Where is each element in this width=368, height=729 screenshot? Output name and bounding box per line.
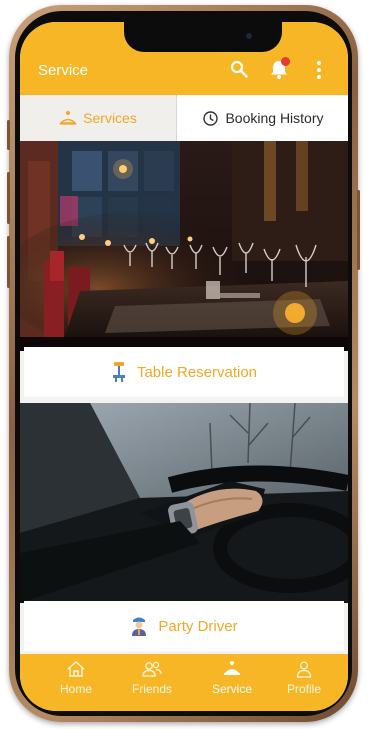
notification-bell-icon[interactable] <box>269 57 290 80</box>
app-screen: Service Services Booking History Table R… <box>20 22 348 711</box>
phone-side-button <box>357 190 360 270</box>
tab-booking-history[interactable]: Booking History <box>176 95 348 141</box>
service-icon <box>224 661 240 675</box>
nav-label: Profile <box>286 682 321 696</box>
more-options-icon[interactable] <box>316 61 322 81</box>
search-icon[interactable] <box>230 60 248 78</box>
card-label-party-driver[interactable]: Party Driver <box>24 601 344 651</box>
bottom-navigation: Home Friends Service Profile <box>20 654 348 711</box>
card-title: Party Driver <box>158 617 238 635</box>
page-title: Service <box>38 62 89 79</box>
profile-icon <box>296 661 312 678</box>
card-label-table-reservation[interactable]: Table Reservation <box>24 347 344 397</box>
nav-item-profile[interactable]: Profile <box>269 660 339 696</box>
hand-on-steering-wheel-photo <box>20 403 348 603</box>
restaurant-interior-photo <box>20 141 348 351</box>
phone-side-button <box>7 172 10 224</box>
nav-item-service[interactable]: Service <box>197 660 267 696</box>
tab-bar: Services Booking History <box>20 95 348 142</box>
tab-services[interactable]: Services <box>20 95 176 141</box>
services-icon <box>59 111 77 125</box>
notification-badge <box>281 57 290 66</box>
table-reservation-icon <box>112 362 125 382</box>
phone-notch <box>124 22 282 52</box>
nav-label: Friends <box>131 682 172 696</box>
phone-side-button <box>7 120 10 150</box>
nav-label: Home <box>59 682 92 696</box>
home-icon <box>67 661 85 677</box>
nav-label: Service <box>211 682 252 696</box>
tab-label: Booking History <box>225 110 324 126</box>
service-card-table-reservation[interactable]: Table Reservation <box>20 141 348 397</box>
nav-item-friends[interactable]: Friends <box>117 660 187 696</box>
service-card-party-driver[interactable]: Party Driver <box>20 403 348 651</box>
tab-label: Services <box>83 110 137 126</box>
nav-item-home[interactable]: Home <box>41 660 111 696</box>
card-title: Table Reservation <box>136 363 258 381</box>
camera-icon <box>246 33 252 39</box>
friends-icon <box>142 661 162 677</box>
driver-icon <box>132 617 147 636</box>
phone-side-button <box>7 236 10 288</box>
history-icon <box>203 110 219 126</box>
